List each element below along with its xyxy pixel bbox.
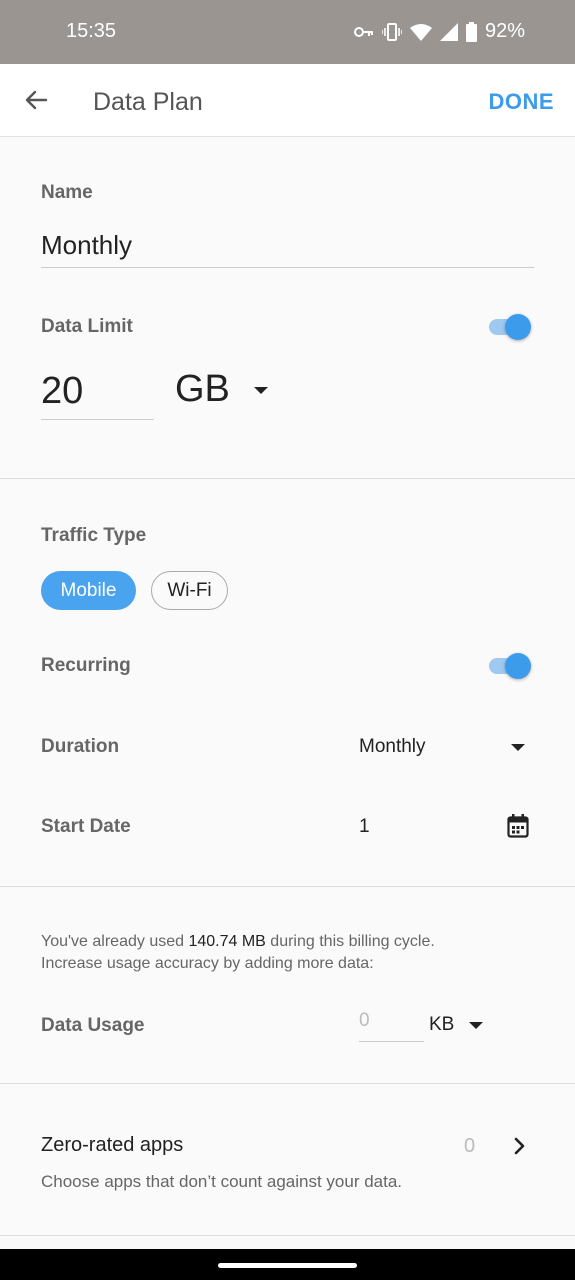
status-bar: 15:35 92% <box>0 0 575 64</box>
usage-amount: 140.74 MB <box>188 933 266 950</box>
divider <box>0 886 575 887</box>
battery-icon <box>465 21 477 42</box>
start-date-value[interactable]: 1 <box>359 816 370 838</box>
recurring-toggle[interactable] <box>487 651 531 681</box>
vpn-key-icon <box>353 26 373 37</box>
calendar-icon[interactable] <box>507 814 529 838</box>
data-usage-unit-select[interactable]: KB <box>429 1014 489 1040</box>
recurring-label: Recurring <box>41 655 131 676</box>
name-input[interactable]: Monthly <box>41 230 534 268</box>
usage-info-suffix: during this billing cycle. <box>265 933 435 950</box>
zero-rated-title: Zero-rated apps <box>41 1134 184 1156</box>
usage-info-text: You've already used 140.74 MB during thi… <box>41 931 435 975</box>
divider <box>0 478 575 479</box>
app-bar: Data Plan DONE <box>0 64 575 137</box>
home-gesture-handle[interactable] <box>218 1263 357 1268</box>
status-time: 15:35 <box>66 20 117 42</box>
start-date-label: Start Date <box>41 816 131 837</box>
duration-value: Monthly <box>359 736 426 757</box>
traffic-chip-mobile[interactable]: Mobile <box>41 571 136 610</box>
duration-label: Duration <box>41 736 120 757</box>
back-arrow-icon[interactable] <box>22 86 50 114</box>
vibrate-icon <box>381 22 402 41</box>
data-limit-label: Data Limit <box>41 316 133 337</box>
zero-rated-description: Choose apps that don’t count against you… <box>41 1172 403 1191</box>
done-button[interactable]: DONE <box>488 89 554 115</box>
traffic-chip-wifi[interactable]: Wi-Fi <box>151 571 228 610</box>
data-usage-unit-label: KB <box>429 1014 455 1035</box>
usage-info-prefix: You've already used <box>41 933 189 950</box>
dropdown-caret-icon <box>469 1022 483 1029</box>
data-limit-unit-select[interactable]: GB <box>175 368 269 411</box>
zero-rated-apps-row[interactable] <box>0 1084 575 1234</box>
data-usage-label: Data Usage <box>41 1015 145 1036</box>
page-title: Data Plan <box>93 88 203 116</box>
data-limit-unit-label: GB <box>175 368 230 410</box>
dropdown-caret-icon <box>254 387 269 395</box>
chevron-right-icon <box>514 1137 525 1155</box>
zero-rated-count: 0 <box>464 1135 476 1157</box>
cell-signal-icon <box>439 22 458 41</box>
usage-info-line2: Increase usage accuracy by adding more d… <box>41 955 374 972</box>
battery-percent: 92% <box>484 20 525 42</box>
wifi-icon <box>409 23 432 41</box>
duration-select[interactable]: Monthly <box>359 736 529 762</box>
data-usage-input[interactable]: 0 <box>359 1010 424 1042</box>
navigation-bar <box>0 1249 575 1280</box>
status-icons: 92% <box>353 20 525 43</box>
name-label: Name <box>41 182 93 203</box>
traffic-type-label: Traffic Type <box>41 525 147 546</box>
divider <box>0 1235 575 1236</box>
data-limit-toggle[interactable] <box>487 312 531 342</box>
data-limit-input[interactable]: 20 <box>41 365 154 420</box>
dropdown-caret-icon <box>511 744 525 751</box>
